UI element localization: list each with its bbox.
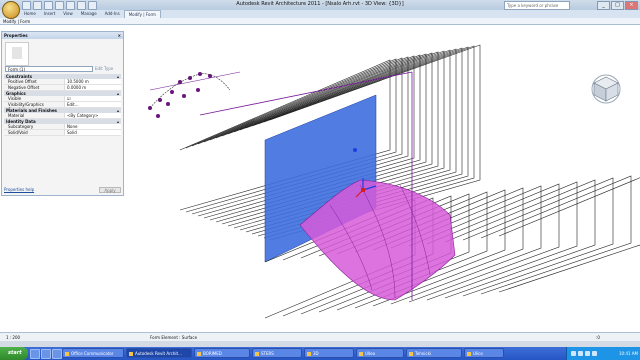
open-icon[interactable] bbox=[22, 1, 31, 10]
visible-checkbox[interactable] bbox=[64, 96, 121, 101]
maximize-button[interactable]: □ bbox=[611, 1, 624, 10]
profile-vertices[interactable] bbox=[148, 72, 212, 118]
measure-icon[interactable] bbox=[66, 1, 75, 10]
system-tray: 10:41 AM bbox=[566, 347, 640, 360]
window-controls: _ □ × bbox=[597, 1, 638, 10]
properties-help-link[interactable]: Properties help bbox=[4, 187, 34, 192]
property-key: Visibility/Graphics Overrides bbox=[8, 102, 44, 112]
tag-icon[interactable] bbox=[77, 1, 86, 10]
minimize-button[interactable]: _ bbox=[597, 1, 610, 10]
purple-guide-line bbox=[199, 71, 413, 116]
save-icon[interactable] bbox=[33, 1, 42, 10]
control-point[interactable] bbox=[353, 148, 357, 152]
volume-icon[interactable] bbox=[578, 351, 583, 356]
material-field[interactable]: <By Category> bbox=[64, 113, 121, 118]
close-button[interactable]: × bbox=[625, 1, 638, 10]
tab-add-ins[interactable]: Add-Ins bbox=[101, 10, 124, 18]
taskbar-item[interactable]: Ulleo bbox=[356, 348, 404, 358]
solid-void-field[interactable]: Solid bbox=[64, 130, 121, 135]
taskbar-item[interactable]: Office Communicator bbox=[62, 348, 124, 358]
properties-title: Properties bbox=[4, 33, 28, 38]
network-icon[interactable] bbox=[571, 351, 576, 356]
property-key: Subcategory bbox=[8, 124, 34, 129]
browser-icon[interactable] bbox=[41, 349, 51, 359]
clock: 10:41 AM bbox=[619, 351, 638, 356]
property-row: Solid/Void Solid bbox=[4, 130, 121, 136]
redo-icon[interactable] bbox=[55, 1, 64, 10]
apply-button[interactable]: Apply bbox=[99, 187, 121, 193]
taskbar-buttons: Office Communicator Autodesk Revit Archi… bbox=[62, 348, 504, 358]
viewcube-icon[interactable] bbox=[588, 69, 624, 105]
search-input[interactable]: Type a keyword or phrase bbox=[504, 1, 570, 10]
start-button[interactable]: start bbox=[0, 347, 28, 360]
tab-insert[interactable]: Insert bbox=[40, 10, 59, 18]
explorer-icon[interactable] bbox=[52, 349, 62, 359]
language-icon[interactable] bbox=[592, 351, 597, 356]
taskbar-item[interactable]: Autodesk Revit Archit... bbox=[126, 348, 192, 358]
property-key: Visible bbox=[8, 96, 22, 101]
3d-view-icon[interactable] bbox=[88, 1, 97, 10]
tab-manage[interactable]: Manage bbox=[77, 10, 101, 18]
title-bar: Autodesk Revit Architecture 2011 - [Nsal… bbox=[0, 0, 640, 10]
positive-offset-field[interactable]: 10.5000 m bbox=[64, 79, 121, 84]
ribbon-context-label: Modify | Form bbox=[0, 18, 640, 25]
desktop-icon[interactable] bbox=[30, 349, 40, 359]
group-identity-data[interactable]: Identity Data bbox=[4, 119, 121, 124]
taskbar-item[interactable]: Ulico bbox=[464, 348, 504, 358]
tab-home[interactable]: Home bbox=[20, 10, 40, 18]
property-key: Solid/Void bbox=[8, 130, 28, 135]
taskbar-item[interactable]: STERS bbox=[252, 348, 302, 358]
edit-type-button[interactable]: Edit Type bbox=[95, 66, 113, 72]
quick-launch bbox=[30, 349, 62, 359]
group-graphics[interactable]: Graphics bbox=[4, 91, 121, 96]
application-menu-button[interactable] bbox=[2, 1, 20, 19]
properties-palette: Properties × Form (1) Edit Type Constrai… bbox=[1, 31, 124, 196]
properties-footer: Properties help Apply bbox=[4, 187, 121, 193]
group-materials[interactable]: Materials and Finishes bbox=[4, 108, 121, 113]
close-icon[interactable]: × bbox=[118, 32, 121, 39]
type-preview-icon bbox=[5, 42, 29, 66]
property-key: Positive Offset bbox=[8, 79, 37, 84]
property-key: Negative Offset bbox=[8, 85, 40, 90]
visibility-overrides-edit-button[interactable]: Edit... bbox=[64, 102, 121, 107]
subcategory-field[interactable]: None bbox=[64, 124, 121, 129]
taskbar-item[interactable]: Tehnicki bbox=[406, 348, 462, 358]
group-constraints[interactable]: Constraints bbox=[4, 74, 121, 79]
tab-view[interactable]: View bbox=[59, 10, 77, 18]
property-key: Material bbox=[8, 113, 25, 118]
purple-guide-line bbox=[149, 71, 241, 91]
negative-offset-field[interactable]: 0.0000 m bbox=[64, 85, 121, 90]
taskbar-item[interactable]: BORIMED bbox=[194, 348, 250, 358]
type-selector[interactable]: Form (1) bbox=[5, 66, 93, 72]
quick-access-toolbar bbox=[22, 1, 97, 10]
undo-icon[interactable] bbox=[44, 1, 53, 10]
security-icon[interactable] bbox=[585, 351, 590, 356]
taskbar-item[interactable]: 3D bbox=[304, 348, 354, 358]
properties-grid: Constraints Positive Offset 10.5000 m Ne… bbox=[4, 74, 121, 136]
